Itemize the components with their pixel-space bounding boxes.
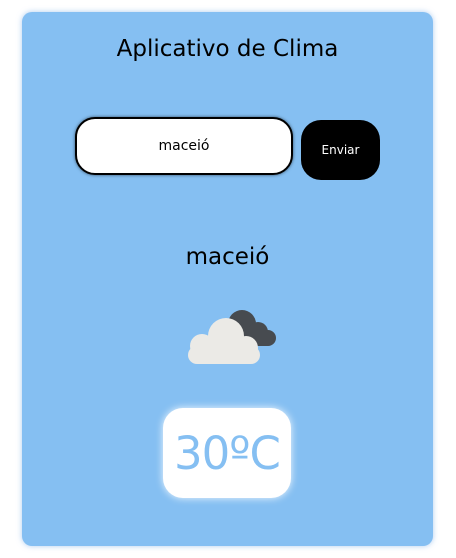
city-search-input[interactable] — [75, 117, 293, 175]
cloudy-icon — [188, 310, 276, 364]
city-name: maceió — [185, 244, 270, 270]
app-title: Aplicativo de Clima — [116, 36, 339, 62]
weather-card: Aplicativo de Clima Enviar maceió 30ºC — [22, 12, 433, 546]
temperature-value: 30ºC — [174, 426, 281, 480]
send-button[interactable]: Enviar — [301, 120, 380, 180]
temperature-box: 30ºC — [163, 408, 291, 498]
